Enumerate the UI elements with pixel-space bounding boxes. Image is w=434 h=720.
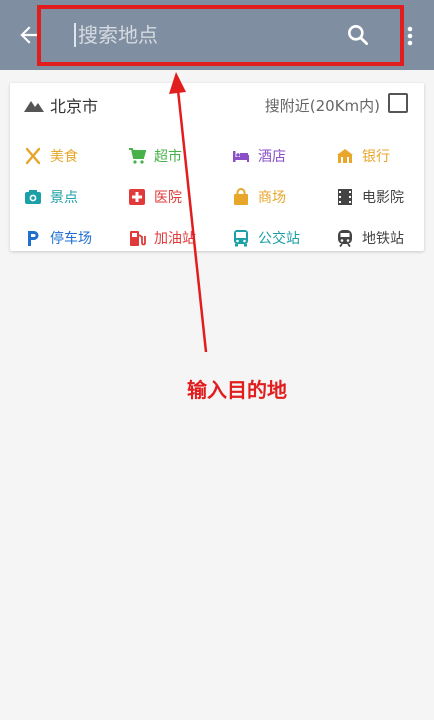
category-subway[interactable]: 地铁站 bbox=[336, 217, 416, 258]
category-label: 景点 bbox=[50, 189, 78, 206]
annotation-label: 输入目的地 bbox=[187, 378, 287, 402]
category-label: 加油站 bbox=[154, 230, 196, 247]
bank-icon bbox=[337, 148, 353, 163]
parking-icon bbox=[28, 230, 39, 246]
film-icon bbox=[338, 188, 352, 205]
category-label: 商场 bbox=[258, 189, 286, 206]
subway-icon bbox=[338, 229, 352, 247]
category-label: 医院 bbox=[154, 189, 182, 206]
more-options-icon[interactable] bbox=[402, 24, 418, 48]
category-mall[interactable]: 商场 bbox=[232, 176, 336, 217]
category-label: 地铁站 bbox=[362, 230, 404, 247]
utensils-icon bbox=[25, 147, 41, 164]
category-supermarket[interactable]: 超市 bbox=[128, 135, 232, 176]
category-label: 停车场 bbox=[50, 230, 92, 247]
category-food[interactable]: 美食 bbox=[24, 135, 128, 176]
cart-icon bbox=[129, 147, 146, 164]
gas-station-icon bbox=[130, 230, 146, 246]
category-card: 北京市 搜附近(20Km内) 美食 超市 酒店 银行 景点 医院 商场 电影院 … bbox=[10, 83, 424, 251]
category-bank[interactable]: 银行 bbox=[336, 135, 416, 176]
city-selector[interactable]: 北京市 bbox=[24, 93, 98, 117]
hospital-icon bbox=[129, 188, 145, 205]
category-label: 超市 bbox=[154, 148, 182, 165]
bus-icon bbox=[234, 229, 248, 246]
category-scenic-spot[interactable]: 景点 bbox=[24, 176, 128, 217]
category-bus-stop[interactable]: 公交站 bbox=[232, 217, 336, 258]
nearby-checkbox[interactable] bbox=[388, 93, 408, 113]
category-gas-station[interactable]: 加油站 bbox=[128, 217, 232, 258]
category-label: 电影院 bbox=[362, 189, 404, 206]
category-label: 银行 bbox=[362, 148, 390, 165]
category-hotel[interactable]: 酒店 bbox=[232, 135, 336, 176]
camera-icon bbox=[25, 189, 41, 204]
category-label: 公交站 bbox=[258, 230, 300, 247]
bed-icon bbox=[233, 150, 249, 162]
city-label: 北京市 bbox=[50, 97, 99, 116]
nearby-search-label: 搜附近(20Km内) bbox=[264, 97, 380, 115]
category-parking[interactable]: 停车场 bbox=[24, 217, 128, 258]
category-grid: 美食 超市 酒店 银行 景点 医院 商场 电影院 停车场 加油站 公交站 地铁站 bbox=[24, 135, 416, 258]
mountain-icon bbox=[24, 101, 44, 112]
category-hospital[interactable]: 医院 bbox=[128, 176, 232, 217]
category-cinema[interactable]: 电影院 bbox=[336, 176, 416, 217]
category-label: 美食 bbox=[50, 148, 78, 165]
search-highlight-box bbox=[37, 5, 404, 66]
shopping-bag-icon bbox=[234, 187, 248, 205]
category-label: 酒店 bbox=[258, 148, 286, 165]
